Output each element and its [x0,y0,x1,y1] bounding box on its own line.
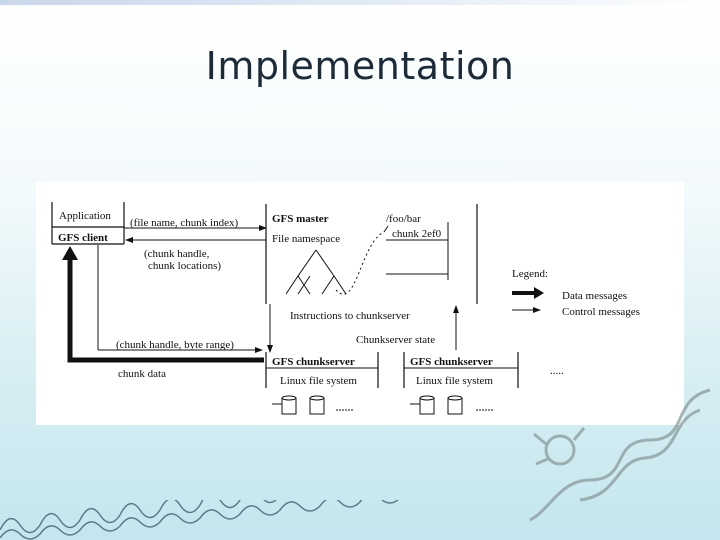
slide-title: Implementation [205,44,515,88]
gfs-client-label: GFS client [58,232,108,244]
instructions-label: Instructions to chunkserver [290,310,410,322]
legend-control-label: Control messages [562,306,640,318]
linux-fs-1-label: Linux file system [280,375,357,387]
chunkserver-box-2: GFS chunkserver Linux file system [403,352,519,388]
reply-label-2: chunk locations) [148,260,221,272]
chunkserver-state-label: Chunkserver state [356,334,435,346]
legend-data-label: Data messages [562,290,627,302]
chunkserver-1-label: GFS chunkserver [272,356,355,368]
linux-fs-2-label: Linux file system [416,375,493,387]
legend-data-arrowhead [534,287,544,299]
chunkserver-box-1: GFS chunkserver Linux file system [265,352,379,388]
master-box: GFS master File namespace /foo/bar chunk… [265,204,478,304]
file-namespace-label: File namespace [272,233,340,245]
path-dotted-tip [383,225,389,233]
handle-range-label: (chunk handle, byte range) [116,339,234,351]
path-label: /foo/bar [386,213,421,225]
namespace-tree [285,249,347,295]
chunk-id-label: chunk 2ef0 [392,228,442,240]
chunk-data-label: chunk data [118,368,166,380]
application-label: Application [59,210,111,222]
top-accent-bar [0,0,720,5]
path-dotted-link [335,231,385,295]
chunkserver-2-label: GFS chunkserver [410,356,493,368]
disk-icons-1 [272,395,354,415]
dragon-decoration [529,388,711,522]
legend-title: Legend: [512,268,548,280]
request-label: (file name, chunk index) [130,217,238,229]
client-box: Application GFS client [51,202,125,245]
more-servers-ellipsis: ..... [550,365,564,377]
gfs-master-label: GFS master [272,213,329,225]
data-arrow-head [62,246,78,260]
disk-icons-2 [410,395,494,415]
legend: Legend: Data messages Control messages [512,268,640,318]
reply-label-1: (chunk handle, [144,248,210,260]
